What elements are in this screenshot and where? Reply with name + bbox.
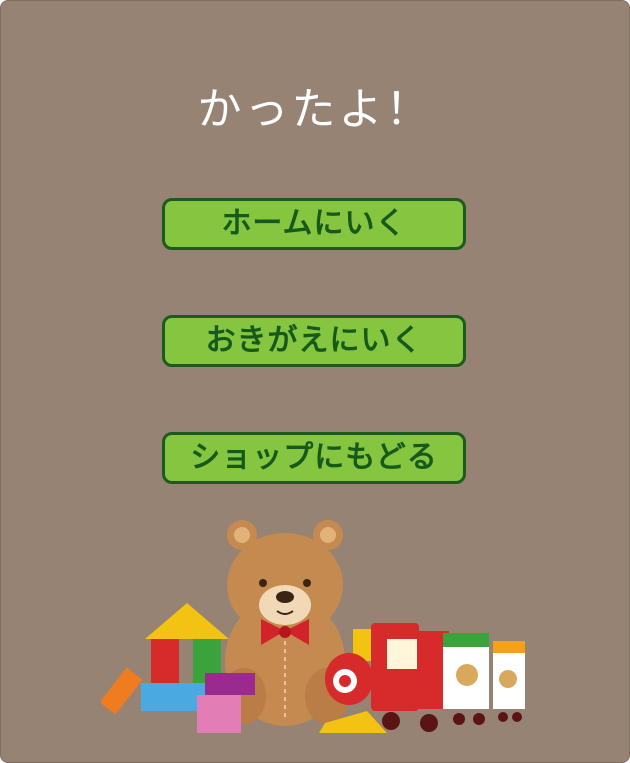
- toy-train-icon: [319, 623, 525, 733]
- teddy-bear-icon: [222, 520, 349, 726]
- go-home-button[interactable]: ホームにいく: [162, 198, 466, 250]
- page-title: かったよ！: [197, 84, 433, 135]
- toys-illustration-icon: [101, 520, 525, 733]
- result-panel: かったよ！ ホームにいく おきがえにいく ショップにもどる: [0, 0, 630, 763]
- back-to-shop-button[interactable]: ショップにもどる: [162, 432, 466, 484]
- go-dressup-button[interactable]: おきがえにいく: [162, 315, 466, 367]
